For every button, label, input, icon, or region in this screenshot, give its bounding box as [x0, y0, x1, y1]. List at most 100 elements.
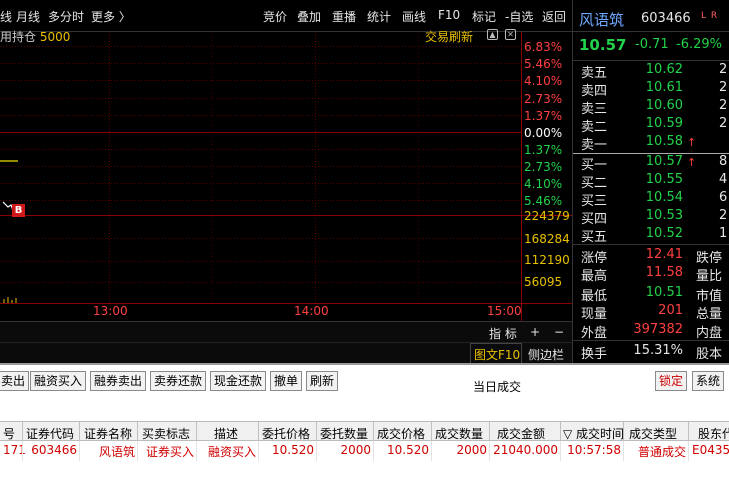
col-header[interactable]: 证券代码: [26, 425, 74, 442]
col-divider[interactable]: [258, 422, 259, 442]
collapse-up-icon[interactable]: ▲: [487, 29, 498, 40]
up-arrow-icon: ↑: [687, 156, 697, 169]
toolbar-item-draw[interactable]: 画线: [402, 8, 426, 25]
toolbar-item-f10[interactable]: F10: [438, 8, 460, 22]
col-header[interactable]: 成交类型: [629, 425, 677, 442]
pct-label: 4.10%: [524, 74, 563, 88]
price-change: -0.71: [635, 37, 669, 52]
col-header[interactable]: 委托价格: [262, 425, 310, 442]
col-divider[interactable]: [196, 422, 197, 442]
margin-holding-value: 5000: [39, 30, 71, 44]
cell-fill-time: 10:57:58: [567, 443, 621, 457]
col-header[interactable]: ▽ 成交时间: [563, 425, 624, 442]
col-divider[interactable]: [373, 422, 374, 442]
time-label: 14:00: [294, 304, 329, 318]
cancel-order-button[interactable]: 撤单: [270, 371, 303, 391]
volume-label: 224379: [524, 209, 570, 223]
toolbar-item-mark[interactable]: 标记: [472, 8, 496, 25]
lock-button[interactable]: 锁定: [655, 371, 688, 391]
turnover-label: 换手: [581, 347, 608, 362]
cash-repay-button[interactable]: 现金还款: [210, 371, 267, 391]
toolbar-item-stats[interactable]: 统计: [367, 8, 391, 25]
divider: [573, 244, 729, 245]
toolbar-item-multi-time[interactable]: 多分时: [48, 8, 84, 25]
col-divider[interactable]: [623, 422, 624, 442]
time-label: 13:00: [93, 304, 128, 318]
cell-order-qty: 2000: [340, 443, 371, 457]
col-divider[interactable]: [316, 422, 317, 442]
table-row[interactable]: 171 603466 风语筑 证券买入 融资买入 10.520 2000 10.…: [0, 441, 729, 461]
col-header[interactable]: 成交价格: [377, 425, 425, 442]
trade-refresh-link[interactable]: 交易刷新: [425, 28, 473, 45]
pct-label: 0.00%: [524, 126, 563, 140]
limit-up-value: 12.41: [645, 247, 683, 262]
short-sell-button[interactable]: 融券卖出: [90, 371, 147, 391]
sidebar-tab[interactable]: 侧边栏: [528, 346, 564, 363]
col-divider[interactable]: [560, 422, 561, 442]
price-line-fragments: [0, 160, 18, 303]
order-panel: 卖出 融资买入 融券卖出 卖券还款 现金还款 撤单 刷新 当日成交 锁定 系统 …: [0, 363, 729, 479]
close-icon[interactable]: ✕: [505, 29, 516, 40]
bid-price: 10.53: [645, 208, 683, 223]
bid-volume: 1: [719, 226, 728, 241]
toolbar-item-watchlist[interactable]: -自选: [505, 8, 533, 25]
high-label: 最高: [581, 269, 608, 284]
pct-label: 1.37%: [524, 143, 563, 157]
low-label: 最低: [581, 289, 608, 304]
col-header[interactable]: 股东代: [698, 425, 729, 442]
zoom-in-button[interactable]: +: [530, 325, 540, 339]
col-header[interactable]: 买卖标志: [142, 425, 190, 442]
col-divider[interactable]: [431, 422, 432, 442]
cell-fill-amount: 21040.000: [493, 443, 558, 457]
volume-label: 56095: [524, 275, 563, 289]
buy-marker[interactable]: B: [12, 204, 25, 217]
col-header[interactable]: 成交数量: [435, 425, 483, 442]
cell-description: 融资买入: [207, 445, 256, 459]
pct-label: 5.46%: [524, 194, 563, 208]
bid-label: 买一: [581, 158, 608, 173]
total-volume-label: 总量: [696, 307, 723, 322]
toolbar-item-replay[interactable]: 重播: [332, 8, 356, 25]
intraday-chart[interactable]: B 用持仓 5000 交易刷新 ▲ ✕ 6.83% 5.46% 4.10% 2.…: [0, 29, 572, 321]
limit-down-label: 跌停: [696, 251, 723, 266]
col-divider[interactable]: [489, 422, 490, 442]
toolbar-item-back[interactable]: 返回: [542, 8, 566, 25]
col-divider[interactable]: [688, 422, 689, 442]
change-pct: -6.29%: [676, 37, 722, 52]
refresh-button[interactable]: 刷新: [306, 371, 339, 391]
toolbar-item-monthly[interactable]: 月线: [16, 8, 40, 25]
cell-fill-price: 10.520: [387, 443, 429, 457]
col-divider[interactable]: [22, 422, 23, 442]
panel-title: 当日成交: [473, 380, 522, 394]
pct-label: 5.46%: [524, 57, 563, 71]
bid-volume: 6: [719, 190, 728, 205]
bid-price: 10.57: [645, 154, 683, 169]
share-capital-label: 股本: [696, 347, 723, 362]
col-header[interactable]: 委托数量: [320, 425, 368, 442]
col-header[interactable]: 成交金额: [497, 425, 545, 442]
panel-switch-bar: 图文F10 侧边栏: [0, 342, 572, 364]
col-header[interactable]: 号: [3, 425, 15, 442]
toolbar-item-more[interactable]: 更多 〉: [91, 8, 131, 25]
sell-button[interactable]: 卖出: [0, 371, 30, 391]
bid-price: 10.55: [645, 172, 683, 187]
col-header[interactable]: 描述: [214, 425, 238, 442]
col-header[interactable]: 证券名称: [84, 425, 132, 442]
toolbar-item-overlay[interactable]: 叠加: [297, 8, 321, 25]
toolbar-item-auction[interactable]: 竞价: [263, 8, 287, 25]
col-divider[interactable]: [79, 422, 80, 442]
col-divider[interactable]: [137, 422, 138, 442]
ask-price: 10.61: [645, 80, 683, 95]
margin-buy-button[interactable]: 融资买入: [30, 371, 87, 391]
stock-flags: L R: [701, 11, 719, 21]
toolbar-item-line[interactable]: 线: [0, 8, 12, 25]
outer-volume-value: 397382: [633, 322, 683, 337]
f10-tab[interactable]: 图文F10: [474, 346, 520, 363]
indicator-button[interactable]: 指 标: [489, 325, 517, 342]
zoom-out-button[interactable]: −: [554, 325, 564, 339]
pct-label: 2.73%: [524, 92, 563, 106]
sell-to-repay-button[interactable]: 卖券还款: [150, 371, 207, 391]
ask-label: 卖一: [581, 138, 608, 153]
ask-volume: 2: [719, 62, 728, 77]
system-button[interactable]: 系统: [692, 371, 725, 391]
